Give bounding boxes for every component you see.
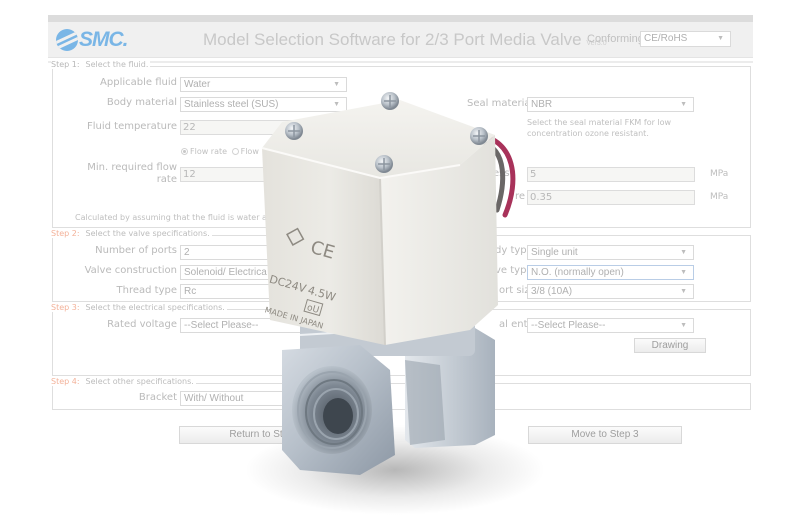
step3-number: Step 3:: [51, 303, 80, 312]
page-title: Model Selection Software for 2/3 Port Me…: [203, 30, 607, 50]
chevron-down-icon: ▼: [680, 249, 687, 256]
step4-legend: Step 4: Select other specifications.: [51, 377, 196, 386]
valve-type-select[interactable]: N.O. (normally open) ▼: [527, 265, 694, 280]
return-step-button[interactable]: Return to St: [179, 426, 333, 444]
applicable-fluid-select[interactable]: Water ▼: [180, 77, 347, 92]
header-divider: [48, 61, 753, 63]
pressure-unit: MPa: [710, 169, 729, 179]
step4-number: Step 4:: [51, 377, 80, 386]
seal-material-label: Seal material: [467, 98, 534, 109]
seal-material-hint: Select the seal material FKM for low con…: [527, 118, 672, 138]
fluid-temperature-input[interactable]: 22: [180, 120, 360, 135]
chevron-down-icon: ▼: [680, 322, 687, 329]
step1-fieldset: Step 1: Select the fluid. Applicable flui…: [51, 60, 751, 228]
pressure-input[interactable]: 5: [527, 167, 695, 182]
thread-type-select[interactable]: Rc: [180, 284, 347, 299]
seal-material-value: NBR: [531, 99, 553, 110]
conforming-value: CE/RoHS: [644, 33, 688, 44]
min-flow-input[interactable]: 12: [180, 167, 360, 182]
body-type-select[interactable]: Single unit ▼: [527, 245, 694, 260]
step2-description: Select the valve specifications.: [85, 229, 210, 238]
bracket-label: Bracket: [138, 392, 177, 403]
pressure2-unit: MPa: [710, 192, 729, 202]
construction-select[interactable]: Solenoid/ Electrica: [180, 265, 347, 280]
step2-legend: Step 2: Select the valve specifications.: [51, 229, 212, 238]
bracket-value: With/ Without: [184, 393, 244, 404]
step1-legend: Step 1: Select the fluid.: [51, 60, 151, 69]
model-selection-app: SMC. Model Selection Software for 2/3 Po…: [48, 15, 753, 455]
chevron-down-icon: ▼: [680, 101, 687, 108]
smc-logo-icon: [56, 29, 78, 51]
title-text: Model Selection Software for 2/3 Port Me…: [203, 30, 582, 49]
drawing-button[interactable]: Drawing: [634, 338, 706, 353]
flow-mode-radio-group: Flow rate Flow: [181, 147, 259, 156]
ports-select[interactable]: 2: [180, 245, 347, 260]
step1-description: Select the fluid.: [85, 60, 149, 69]
port-size-value: 3/8 (10A): [531, 286, 573, 297]
calculation-footnote: Calculated by assuming that the fluid is…: [75, 213, 273, 222]
thread-type-label: Thread type: [116, 285, 177, 296]
pressure2-input[interactable]: 0.35: [527, 190, 695, 205]
construction-value: Solenoid/ Electrica: [184, 267, 267, 278]
seal-material-select[interactable]: NBR ▼: [527, 97, 694, 112]
flow-other-radio[interactable]: [231, 148, 239, 155]
body-material-select[interactable]: Stainless steel (SUS) ▼: [180, 97, 347, 112]
electrical-entry-select[interactable]: --Select Please-- ▼: [527, 318, 694, 333]
rated-voltage-select[interactable]: --Select Please--: [180, 318, 347, 333]
electrical-entry-value: --Select Please--: [531, 320, 606, 331]
applicable-fluid-value: Water: [184, 79, 211, 90]
step4-description: Select other specifications.: [85, 377, 194, 386]
port-size-select[interactable]: 3/8 (10A) ▼: [527, 284, 694, 299]
construction-label: Valve construction: [84, 265, 177, 276]
step2-number: Step 2:: [51, 229, 80, 238]
conforming-label: Conforming: [587, 33, 644, 45]
rated-voltage-label: Rated voltage: [107, 319, 177, 330]
chevron-down-icon: ▼: [680, 288, 687, 295]
step1-number: Step 1:: [51, 60, 80, 69]
pressure2-label: re: [515, 191, 526, 202]
step3-legend: Step 3: Select the electrical specificati…: [51, 303, 227, 312]
app-header: SMC. Model Selection Software for 2/3 Po…: [48, 22, 753, 58]
top-bar: [48, 15, 753, 22]
smc-logo-text: SMC.: [79, 28, 128, 51]
step2-fieldset: Step 2: Select the valve specifications. …: [51, 229, 751, 302]
chevron-down-icon: ▼: [333, 81, 340, 88]
conforming-select[interactable]: CE/RoHS ▼: [640, 31, 731, 47]
min-flow-label: Min. required flow rate: [87, 162, 177, 186]
body-type-value: Single unit: [531, 247, 578, 258]
body-material-value: Stainless steel (SUS): [184, 99, 279, 110]
thread-type-value: Rc: [184, 286, 197, 297]
step3-description: Select the electrical specifications.: [85, 303, 225, 312]
flow-rate-radio-label: Flow rate: [190, 147, 228, 156]
move-to-step3-button[interactable]: Move to Step 3: [528, 426, 682, 444]
rated-voltage-value: --Select Please--: [184, 320, 259, 331]
fluid-temperature-label: Fluid temperature: [86, 121, 177, 132]
chevron-down-icon: ▼: [717, 35, 724, 42]
ports-value: 2: [184, 247, 190, 258]
step3-fieldset: Step 3: Select the electrical specificati…: [51, 303, 751, 376]
chevron-down-icon: ▼: [680, 269, 687, 276]
step4-fieldset: Step 4: Select other specifications. Brac…: [51, 377, 751, 410]
smc-logo: SMC.: [56, 27, 128, 53]
chevron-down-icon: ▼: [333, 101, 340, 108]
ports-label: Number of ports: [95, 245, 177, 256]
bracket-select[interactable]: With/ Without: [180, 391, 347, 406]
pressure-label: essu: [493, 168, 516, 179]
valve-type-value: N.O. (normally open): [531, 267, 624, 278]
flow-other-radio-label: Flow: [240, 147, 259, 156]
min-flow-label-line2: rate: [156, 174, 177, 185]
body-material-label: Body material: [106, 97, 177, 108]
applicable-fluid-label: Applicable fluid: [100, 77, 177, 88]
min-flow-label-line1: Min. required flow: [87, 162, 177, 173]
flow-rate-radio[interactable]: [181, 148, 188, 155]
